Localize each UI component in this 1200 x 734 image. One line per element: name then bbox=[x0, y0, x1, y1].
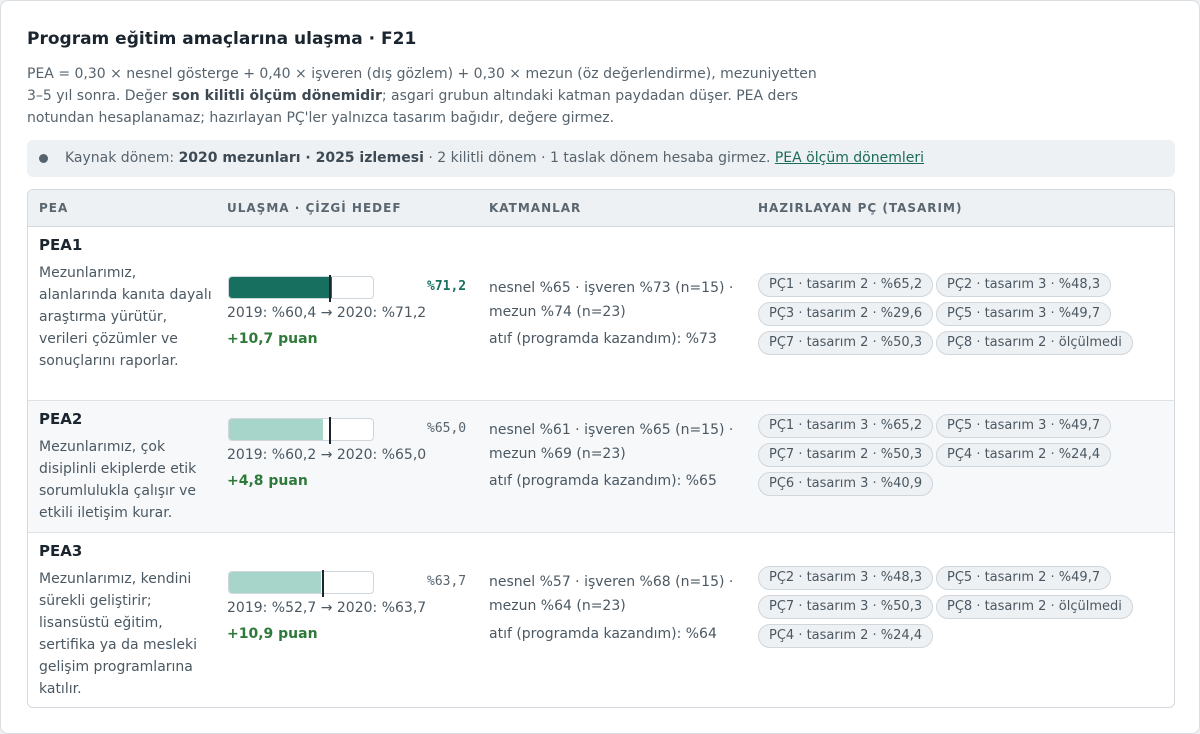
delta-badge: +10,7 puan bbox=[227, 331, 318, 347]
target-line bbox=[328, 417, 331, 444]
desc-bold: son kilitli ölçüm dönemidir bbox=[171, 88, 382, 104]
notice-prefix: Kaynak dönem: bbox=[65, 150, 179, 166]
trend-text: 2019: %60,2 → 2020: %65,0 bbox=[227, 447, 427, 463]
outcome-chip[interactable]: PÇ7 · tasarım 2 · %50,3 bbox=[758, 331, 934, 355]
outcome-chip[interactable]: PÇ5 · tasarım 3 · %49,7 bbox=[936, 414, 1112, 438]
layer-values: nesnel %57 · işveren %68 (n=15) · mezun … bbox=[489, 574, 734, 614]
attainment-bar-fill bbox=[229, 277, 332, 298]
source-period-notice: Kaynak dönem: 2020 mezunları · 2025 izle… bbox=[27, 140, 1175, 177]
notice-bold: 2020 mezunları · 2025 izlemesi bbox=[178, 150, 424, 166]
trend-text: 2019: %60,4 → 2020: %71,2 bbox=[227, 305, 427, 321]
outcome-chip[interactable]: PÇ1 · tasarım 3 · %65,2 bbox=[758, 414, 934, 438]
table-row: PEA1 Mezunlarımız, alanlarında kanıta da… bbox=[28, 227, 1174, 401]
layer-values: nesnel %61 · işveren %65 (n=15) · mezun … bbox=[489, 422, 734, 462]
formula-description: PEA = 0,30 × nesnel gösterge + 0,40 × iş… bbox=[27, 63, 837, 129]
notice-rest: · 2 kilitli dönem · 1 taslak dönem hesab… bbox=[423, 150, 775, 166]
outcome-chip[interactable]: PÇ3 · tasarım 2 · %29,6 bbox=[758, 302, 934, 326]
trend-text: 2019: %52,7 → 2020: %63,7 bbox=[227, 600, 427, 616]
layer-values: nesnel %65 · işveren %73 (n=15) · mezun … bbox=[489, 280, 734, 320]
outcome-chip[interactable]: PÇ5 · tasarım 2 · %49,7 bbox=[936, 566, 1112, 590]
outcome-chip[interactable]: PÇ4 · tasarım 2 · %24,4 bbox=[758, 624, 934, 648]
outcome-chip[interactable]: PÇ1 · tasarım 2 · %65,2 bbox=[758, 273, 934, 297]
attribution-text: atıf (programda kazandım): %65 bbox=[489, 473, 717, 489]
col-header-attainment: ULAŞMA · ÇİZGİ HEDEF bbox=[227, 201, 402, 215]
attainment-bar bbox=[228, 570, 374, 597]
table-row: PEA2 Mezunlarımız, çok disiplinli ekiple… bbox=[28, 401, 1174, 533]
target-line bbox=[328, 275, 331, 302]
delta-badge: +4,8 puan bbox=[227, 473, 308, 489]
attainment-bar bbox=[228, 275, 374, 302]
col-header-layers: KATMANLAR bbox=[489, 201, 582, 215]
pea-description: Mezunlarımız, çok disiplinli ekiplerde e… bbox=[39, 439, 197, 521]
delta-badge: +10,9 puan bbox=[227, 626, 318, 642]
attainment-bar-fill bbox=[229, 419, 323, 440]
pea-card: Program eğitim amaçlarına ulaşma · F21 P… bbox=[0, 0, 1200, 734]
outcome-chip[interactable]: PÇ2 · tasarım 3 · %48,3 bbox=[936, 273, 1112, 297]
bullet-icon bbox=[39, 154, 48, 163]
pea-code: PEA1 bbox=[39, 236, 83, 254]
page-title: Program eğitim amaçlarına ulaşma · F21 bbox=[27, 29, 417, 49]
table-row: PEA3 Mezunlarımız, kendini sürekli geliş… bbox=[28, 533, 1174, 707]
target-line bbox=[321, 570, 324, 597]
pea-code: PEA2 bbox=[39, 410, 83, 428]
outcome-chip[interactable]: PÇ5 · tasarım 3 · %49,7 bbox=[936, 302, 1112, 326]
attainment-value: %71,2 bbox=[427, 279, 467, 294]
attainment-bar-fill bbox=[229, 572, 321, 593]
outcome-chip[interactable]: PÇ2 · tasarım 3 · %48,3 bbox=[758, 566, 934, 590]
pea-description: Mezunlarımız, alanlarında kanıta dayalı … bbox=[39, 265, 212, 369]
pea-code: PEA3 bbox=[39, 542, 83, 560]
outcome-chip[interactable]: PÇ8 · tasarım 2 · ölçülmedi bbox=[936, 331, 1133, 355]
pea-table: PEA ULAŞMA · ÇİZGİ HEDEF KATMANLAR HAZIR… bbox=[27, 189, 1175, 708]
table-header: PEA ULAŞMA · ÇİZGİ HEDEF KATMANLAR HAZIR… bbox=[28, 190, 1174, 227]
attainment-value: %63,7 bbox=[427, 574, 467, 589]
col-header-outcomes: HAZIRLAYAN PÇ (TASARIM) bbox=[758, 201, 963, 215]
attainment-value: %65,0 bbox=[427, 421, 467, 436]
attribution-text: atıf (programda kazandım): %64 bbox=[489, 626, 717, 642]
attribution-text: atıf (programda kazandım): %73 bbox=[489, 331, 717, 347]
outcome-chip[interactable]: PÇ7 · tasarım 2 · %50,3 bbox=[758, 443, 934, 467]
pea-description: Mezunlarımız, kendini sürekli geliştirir… bbox=[39, 571, 198, 697]
outcome-chip[interactable]: PÇ4 · tasarım 2 · %24,4 bbox=[936, 443, 1112, 467]
outcome-chip[interactable]: PÇ7 · tasarım 3 · %50,3 bbox=[758, 595, 934, 619]
outcome-chip[interactable]: PÇ6 · tasarım 3 · %40,9 bbox=[758, 472, 934, 496]
outcome-chip[interactable]: PÇ8 · tasarım 2 · ölçülmedi bbox=[936, 595, 1133, 619]
col-header-pea: PEA bbox=[39, 201, 69, 215]
attainment-bar bbox=[228, 417, 374, 444]
measurement-periods-link[interactable]: PEA ölçüm dönemleri bbox=[775, 150, 924, 166]
